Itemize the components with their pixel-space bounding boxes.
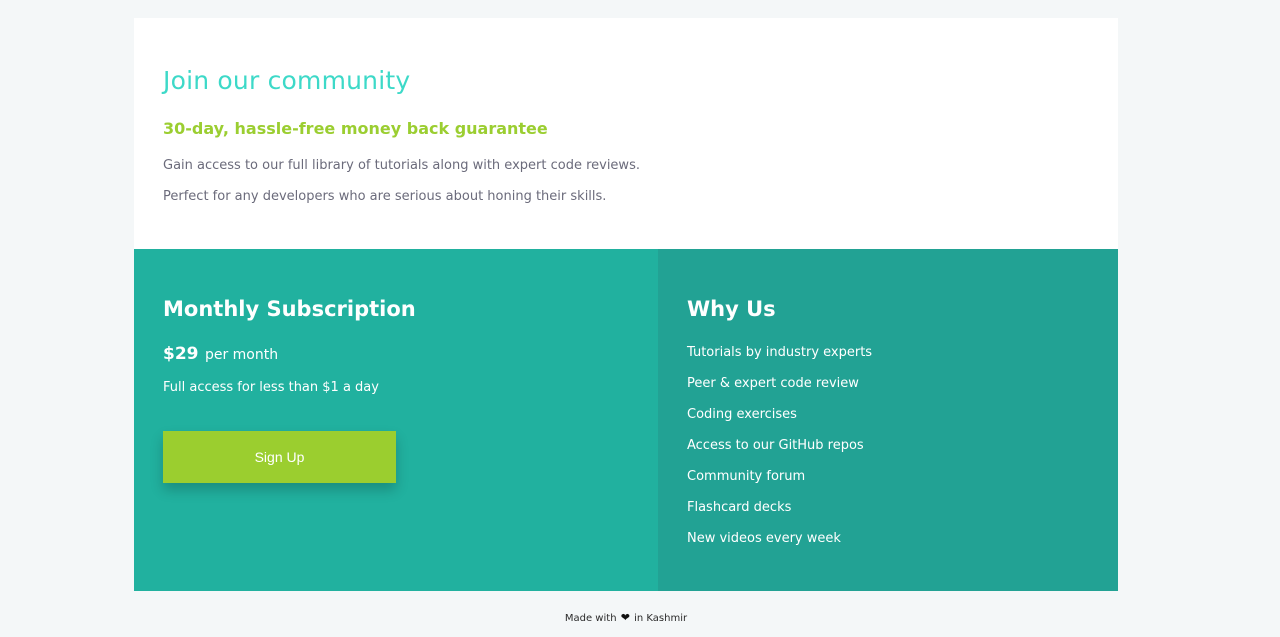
price-amount: $29	[163, 344, 199, 364]
list-item: Tutorials by industry experts	[687, 345, 873, 360]
why-us-title: Why Us	[687, 297, 776, 321]
footer-prefix: Made with	[564, 613, 617, 624]
why-us-list: Tutorials by industry experts Peer & exp…	[687, 344, 872, 561]
sign-up-button[interactable]: Sign Up	[163, 431, 396, 483]
intro-section: Join our community 30-day, hassle-free m…	[134, 18, 1118, 249]
list-item: New videos every week	[687, 531, 841, 546]
list-item: Flashcard decks	[687, 500, 792, 515]
list-item: Coding exercises	[687, 407, 797, 422]
heart-icon: ❤	[620, 611, 630, 624]
subscription-title: Monthly Subscription	[163, 297, 416, 321]
guarantee-subheading: 30-day, hassle-free money back guarantee	[163, 119, 548, 138]
list-item: Community forum	[687, 469, 806, 484]
footer: Made with ❤ in Kashmir	[0, 611, 1252, 624]
subscription-description: Full access for less than $1 a day	[163, 380, 379, 395]
intro-paragraph: Perfect for any developers who are serio…	[163, 189, 607, 204]
footer-suffix: in Kashmir	[634, 613, 688, 624]
intro-paragraph: Gain access to our full library of tutor…	[163, 158, 640, 173]
pricing-card: Join our community 30-day, hassle-free m…	[134, 18, 1118, 591]
list-item: Peer & expert code review	[687, 376, 859, 391]
why-us-panel: Why Us Tutorials by industry experts Pee…	[658, 249, 1118, 591]
subscription-panel: Monthly Subscription $29 per month Full …	[134, 249, 658, 591]
list-item: Access to our GitHub repos	[687, 438, 864, 453]
page-title: Join our community	[163, 66, 411, 95]
price-period: per month	[204, 347, 279, 363]
price-row: $29 per month	[163, 344, 278, 364]
